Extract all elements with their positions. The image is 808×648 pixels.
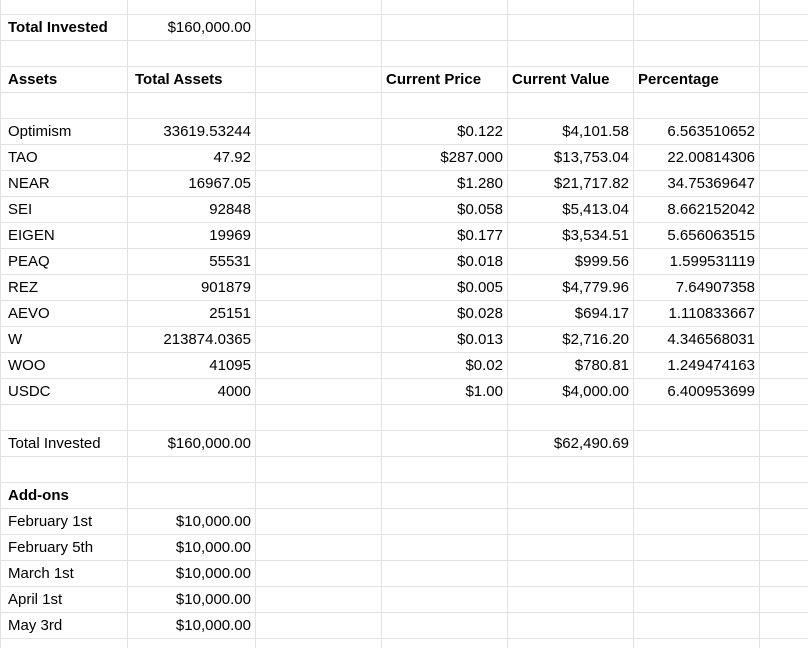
asset-name-cell[interactable]: NEAR bbox=[4, 171, 127, 197]
asset-value-cell[interactable]: $5,413.04 bbox=[507, 197, 633, 223]
asset-amount-cell[interactable]: 4000 bbox=[127, 379, 255, 405]
asset-name-cell[interactable]: Optimism bbox=[4, 119, 127, 145]
grid-line bbox=[0, 0, 1, 648]
asset-value-cell[interactable]: $13,753.04 bbox=[507, 145, 633, 171]
asset-value-cell[interactable]: $4,779.96 bbox=[507, 275, 633, 301]
asset-percentage-cell[interactable]: 4.346568031 bbox=[633, 327, 759, 353]
asset-value-cell[interactable]: $2,716.20 bbox=[507, 327, 633, 353]
asset-amount-cell[interactable]: 47.92 bbox=[127, 145, 255, 171]
asset-amount-cell[interactable]: 55531 bbox=[127, 249, 255, 275]
asset-price-cell[interactable]: $0.122 bbox=[381, 119, 507, 145]
asset-name-cell[interactable]: WOO bbox=[4, 353, 127, 379]
asset-amount-cell[interactable]: 16967.05 bbox=[127, 171, 255, 197]
asset-percentage-cell[interactable]: 6.563510652 bbox=[633, 119, 759, 145]
asset-percentage-cell[interactable]: 8.662152042 bbox=[633, 197, 759, 223]
addon-date-cell[interactable]: April 1st bbox=[4, 587, 127, 613]
asset-name-cell[interactable]: EIGEN bbox=[4, 223, 127, 249]
asset-percentage-cell[interactable]: 1.599531119 bbox=[633, 249, 759, 275]
asset-price-cell[interactable]: $287.000 bbox=[381, 145, 507, 171]
asset-value-cell[interactable]: $3,534.51 bbox=[507, 223, 633, 249]
addon-amount-cell[interactable]: $10,000.00 bbox=[127, 613, 255, 639]
asset-value-cell[interactable]: $4,000.00 bbox=[507, 379, 633, 405]
asset-value-cell[interactable]: $780.81 bbox=[507, 353, 633, 379]
addon-amount-cell[interactable]: $10,000.00 bbox=[127, 587, 255, 613]
header-percentage[interactable]: Percentage bbox=[634, 67, 760, 93]
addon-amount-cell[interactable]: $10,000.00 bbox=[127, 535, 255, 561]
asset-percentage-cell[interactable]: 22.00814306 bbox=[633, 145, 759, 171]
asset-amount-cell[interactable]: 33619.53244 bbox=[127, 119, 255, 145]
asset-name-cell[interactable]: REZ bbox=[4, 275, 127, 301]
asset-name-cell[interactable]: USDC bbox=[4, 379, 127, 405]
asset-amount-cell[interactable]: 901879 bbox=[127, 275, 255, 301]
asset-price-cell[interactable]: $0.02 bbox=[381, 353, 507, 379]
asset-percentage-cell[interactable]: 34.75369647 bbox=[633, 171, 759, 197]
addon-amount-cell[interactable]: $10,000.00 bbox=[127, 561, 255, 587]
asset-amount-cell[interactable]: 25151 bbox=[127, 301, 255, 327]
header-total-assets[interactable]: Total Assets bbox=[131, 67, 255, 93]
asset-percentage-cell[interactable]: 1.110833667 bbox=[633, 301, 759, 327]
total-invested-value-cell[interactable]: $160,000.00 bbox=[127, 15, 255, 41]
asset-amount-cell[interactable]: 41095 bbox=[127, 353, 255, 379]
addon-date-cell[interactable]: March 1st bbox=[4, 561, 127, 587]
addon-date-cell[interactable]: February 5th bbox=[4, 535, 127, 561]
asset-name-cell[interactable]: AEVO bbox=[4, 301, 127, 327]
asset-name-cell[interactable]: SEI bbox=[4, 197, 127, 223]
asset-value-cell[interactable]: $4,101.58 bbox=[507, 119, 633, 145]
asset-amount-cell[interactable]: 19969 bbox=[127, 223, 255, 249]
addon-date-cell[interactable]: February 1st bbox=[4, 509, 127, 535]
asset-price-cell[interactable]: $0.018 bbox=[381, 249, 507, 275]
asset-price-cell[interactable]: $0.028 bbox=[381, 301, 507, 327]
header-assets[interactable]: Assets bbox=[4, 67, 127, 93]
asset-value-cell[interactable]: $21,717.82 bbox=[507, 171, 633, 197]
asset-price-cell[interactable]: $0.005 bbox=[381, 275, 507, 301]
asset-percentage-cell[interactable]: 6.400953699 bbox=[633, 379, 759, 405]
asset-name-cell[interactable]: W bbox=[4, 327, 127, 353]
spreadsheet-grid[interactable]: Total Invested $160,000.00 Assets Total … bbox=[0, 0, 808, 648]
asset-amount-cell[interactable]: 213874.0365 bbox=[127, 327, 255, 353]
asset-percentage-cell[interactable]: 1.249474163 bbox=[633, 353, 759, 379]
addon-amount-cell[interactable]: $10,000.00 bbox=[127, 509, 255, 535]
asset-price-cell[interactable]: $0.013 bbox=[381, 327, 507, 353]
total-invested-row-label[interactable]: Total Invested bbox=[4, 431, 127, 457]
asset-value-cell[interactable]: $999.56 bbox=[507, 249, 633, 275]
asset-name-cell[interactable]: TAO bbox=[4, 145, 127, 171]
grid-line bbox=[759, 0, 760, 648]
asset-value-cell[interactable]: $694.17 bbox=[507, 301, 633, 327]
total-current-value-cell[interactable]: $62,490.69 bbox=[507, 431, 633, 457]
header-current-value[interactable]: Current Value bbox=[508, 67, 634, 93]
asset-amount-cell[interactable]: 92848 bbox=[127, 197, 255, 223]
total-invested-label-cell[interactable]: Total Invested bbox=[4, 15, 127, 41]
total-invested-row-value[interactable]: $160,000.00 bbox=[127, 431, 255, 457]
header-current-price[interactable]: Current Price bbox=[382, 67, 508, 93]
asset-price-cell[interactable]: $0.177 bbox=[381, 223, 507, 249]
asset-percentage-cell[interactable]: 7.64907358 bbox=[633, 275, 759, 301]
asset-percentage-cell[interactable]: 5.656063515 bbox=[633, 223, 759, 249]
asset-price-cell[interactable]: $0.058 bbox=[381, 197, 507, 223]
asset-price-cell[interactable]: $1.280 bbox=[381, 171, 507, 197]
asset-price-cell[interactable]: $1.00 bbox=[381, 379, 507, 405]
asset-name-cell[interactable]: PEAQ bbox=[4, 249, 127, 275]
addon-date-cell[interactable]: May 3rd bbox=[4, 613, 127, 639]
addons-title[interactable]: Add-ons bbox=[4, 483, 127, 509]
grid-line bbox=[255, 0, 256, 648]
